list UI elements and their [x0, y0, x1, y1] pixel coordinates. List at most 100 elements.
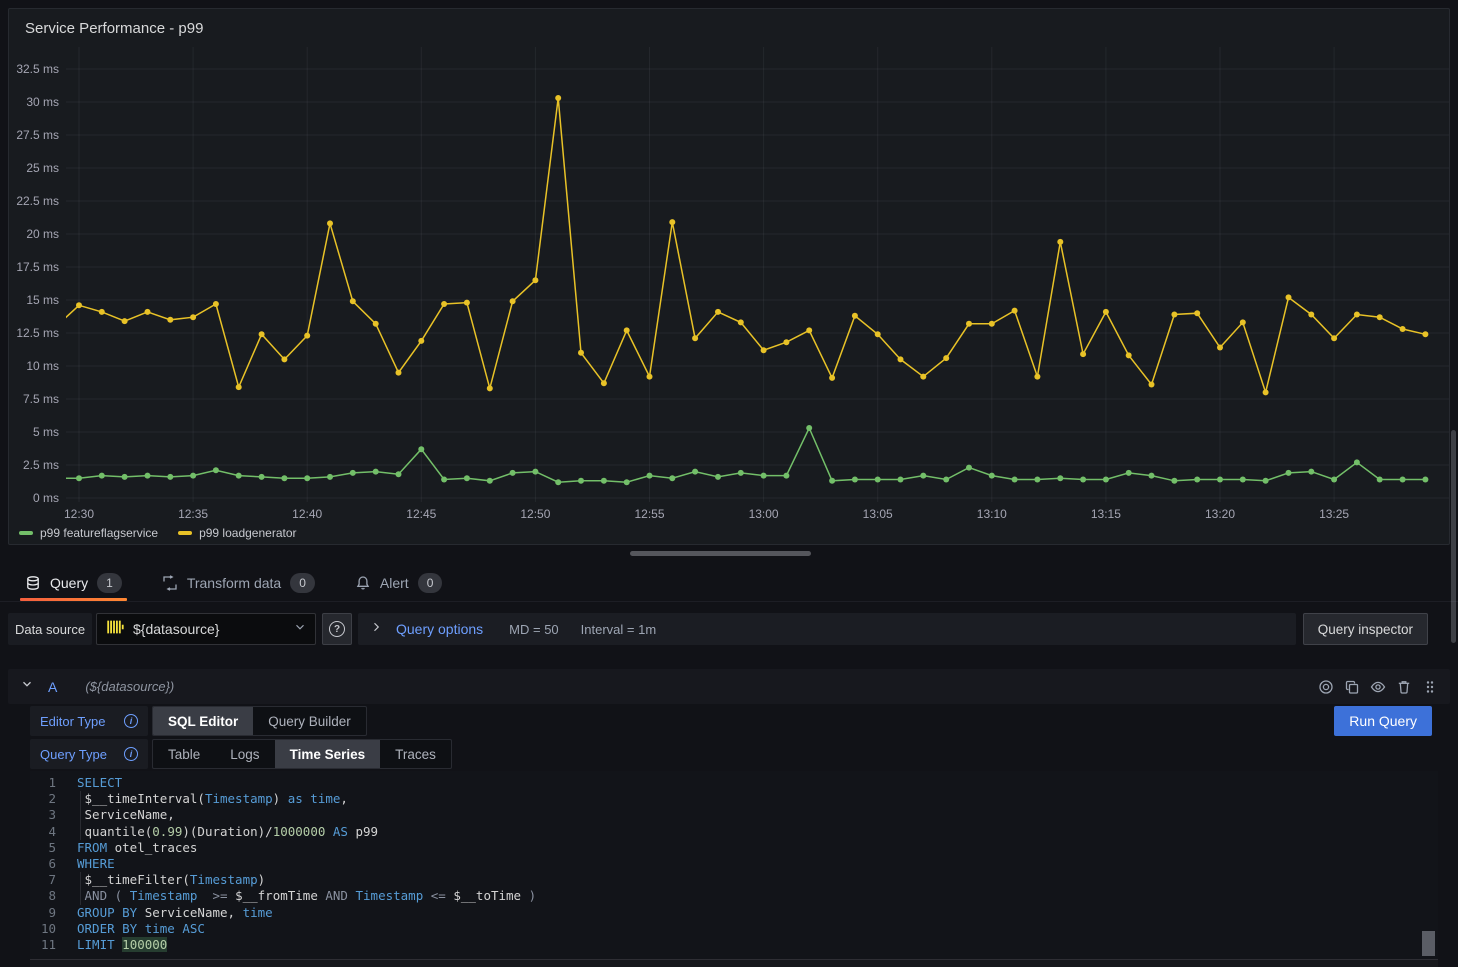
editor-tabs: Query 1 Transform data 0 Alert 0 [0, 564, 1458, 602]
line-content: GROUP BY ServiceName, time [77, 905, 273, 921]
sql-code-editor[interactable]: 1SELECT2 $__timeInterval(Timestamp) as t… [30, 771, 1438, 959]
x-axis-tick-label: 12:40 [275, 507, 339, 521]
line-content: FROM otel_traces [77, 840, 197, 856]
bell-icon [355, 575, 371, 591]
tab-alert-label: Alert [380, 575, 409, 591]
code-line[interactable]: 10 ORDER BY time ASC [30, 921, 1438, 937]
editor-type-label-text: Editor Type [40, 714, 106, 729]
tab-query[interactable]: Query 1 [20, 564, 127, 601]
code-line[interactable]: 8 AND ( Timestamp >= $__fromTime AND Tim… [30, 888, 1438, 904]
code-line[interactable]: 2 $__timeInterval(Timestamp) as time, [30, 791, 1438, 807]
tab-transform-label: Transform data [187, 575, 281, 591]
x-axis-tick-label: 13:00 [732, 507, 796, 521]
legend-item[interactable]: p99 featureflagservice [19, 526, 158, 540]
line-number: 10 [30, 921, 56, 937]
run-query-button[interactable]: Run Query [1334, 706, 1432, 736]
info-icon[interactable]: i [124, 747, 138, 761]
query-type-traces[interactable]: Traces [380, 740, 451, 768]
chevron-down-icon [293, 620, 307, 639]
y-axis-tick-label: 32.5 ms [9, 61, 59, 77]
y-axis-tick-label: 20 ms [9, 226, 59, 242]
editor-type-query-builder[interactable]: Query Builder [253, 707, 366, 735]
code-line[interactable]: 5FROM otel_traces [30, 840, 1438, 856]
code-line[interactable]: 9 GROUP BY ServiceName, time [30, 905, 1438, 921]
tab-transform-data[interactable]: Transform data 0 [157, 564, 320, 601]
query-type-table[interactable]: Table [153, 740, 215, 768]
editor-type-sql-editor[interactable]: SQL Editor [153, 707, 253, 735]
timeseries-plot[interactable] [66, 39, 1449, 509]
query-type-time-series[interactable]: Time Series [275, 740, 381, 768]
editor-resize-handle[interactable] [30, 959, 1438, 967]
database-icon [25, 575, 41, 591]
code-line[interactable]: 3 ServiceName, [30, 807, 1438, 823]
interval-value: Interval = 1m [581, 622, 657, 637]
x-axis-tick-label: 13:25 [1302, 507, 1366, 521]
code-line[interactable]: 11LIMIT 100000 [30, 937, 1438, 953]
line-number: 9 [30, 905, 56, 921]
question-circle-icon: ? [329, 621, 345, 637]
disable-query-icon[interactable] [1318, 679, 1334, 695]
line-number: 4 [30, 824, 56, 840]
datasource-help-button[interactable]: ? [322, 613, 352, 645]
query-options-bar[interactable]: Query options MD = 50 Interval = 1m [358, 613, 1296, 645]
info-icon[interactable]: i [124, 714, 138, 728]
y-axis-tick-label: 17.5 ms [9, 259, 59, 275]
line-content: AND ( Timestamp >= $__fromTime AND Times… [77, 888, 536, 904]
code-line[interactable]: 4 quantile(0.99)(Duration)/1000000 AS p9… [30, 824, 1438, 840]
y-axis-tick-label: 7.5 ms [9, 391, 59, 407]
x-axis-tick-label: 12:30 [47, 507, 111, 521]
datasource-label: Data source [8, 613, 92, 645]
collapse-chevron-icon[interactable] [20, 677, 34, 696]
tab-query-count: 1 [97, 573, 122, 593]
line-content: ServiceName, [77, 807, 175, 823]
code-line[interactable]: 1SELECT [30, 775, 1438, 791]
max-data-points-value: MD = 50 [509, 622, 559, 637]
duplicate-query-icon[interactable] [1344, 679, 1360, 695]
horizontal-scrollbar[interactable] [630, 551, 811, 556]
delete-query-icon[interactable] [1396, 679, 1412, 695]
query-inspector-button[interactable]: Query inspector [1303, 613, 1428, 645]
y-axis-tick-label: 15 ms [9, 292, 59, 308]
line-content: $__timeFilter(Timestamp) [77, 872, 265, 888]
y-axis-tick-label: 2.5 ms [9, 457, 59, 473]
legend-item[interactable]: p99 loadgenerator [178, 526, 296, 540]
drag-handle-icon[interactable] [1422, 679, 1438, 695]
y-axis-tick-label: 10 ms [9, 358, 59, 374]
code-line[interactable]: 6WHERE [30, 856, 1438, 872]
sql-lines: 1SELECT2 $__timeInterval(Timestamp) as t… [30, 775, 1438, 953]
legend-series-swatch [178, 531, 192, 535]
y-axis-tick-label: 25 ms [9, 160, 59, 176]
y-axis-tick-label: 27.5 ms [9, 127, 59, 143]
query-type-label-text: Query Type [40, 747, 107, 762]
tab-query-label: Query [50, 575, 88, 591]
query-type-label: Query Type i [30, 739, 148, 769]
datasource-value: ${datasource} [133, 621, 219, 637]
x-axis-tick-label: 13:15 [1074, 507, 1138, 521]
clickhouse-datasource-icon [105, 617, 125, 642]
line-content: quantile(0.99)(Duration)/1000000 AS p99 [77, 824, 378, 840]
line-number: 11 [30, 937, 56, 953]
code-line[interactable]: 7 $__timeFilter(Timestamp) [30, 872, 1438, 888]
tab-alert[interactable]: Alert 0 [350, 564, 447, 601]
line-number: 2 [30, 791, 56, 807]
page-scrollbar[interactable] [1451, 430, 1456, 643]
query-row-header[interactable]: A (${datasource}) [8, 669, 1450, 704]
query-datasource-hint: (${datasource}) [85, 679, 174, 694]
x-axis-tick-label: 13:05 [846, 507, 910, 521]
y-axis-tick-label: 5 ms [9, 424, 59, 440]
datasource-picker[interactable]: ${datasource} [96, 613, 316, 645]
line-number: 7 [30, 872, 56, 888]
y-axis-tick-label: 0 ms [9, 490, 59, 506]
line-content: $__timeInterval(Timestamp) as time, [77, 791, 348, 807]
line-content: ORDER BY time ASC [77, 921, 205, 937]
x-axis-tick-label: 12:50 [503, 507, 567, 521]
tab-alert-count: 0 [418, 573, 443, 593]
y-axis-tick-label: 12.5 ms [9, 325, 59, 341]
editor-scrollbar-thumb[interactable] [1422, 931, 1435, 956]
legend-series-swatch [19, 531, 33, 535]
query-type-group: Table Logs Time Series Traces [152, 739, 452, 769]
query-options-link[interactable]: Query options [396, 621, 483, 637]
line-number: 3 [30, 807, 56, 823]
query-type-logs[interactable]: Logs [215, 740, 274, 768]
hide-query-icon[interactable] [1370, 679, 1386, 695]
